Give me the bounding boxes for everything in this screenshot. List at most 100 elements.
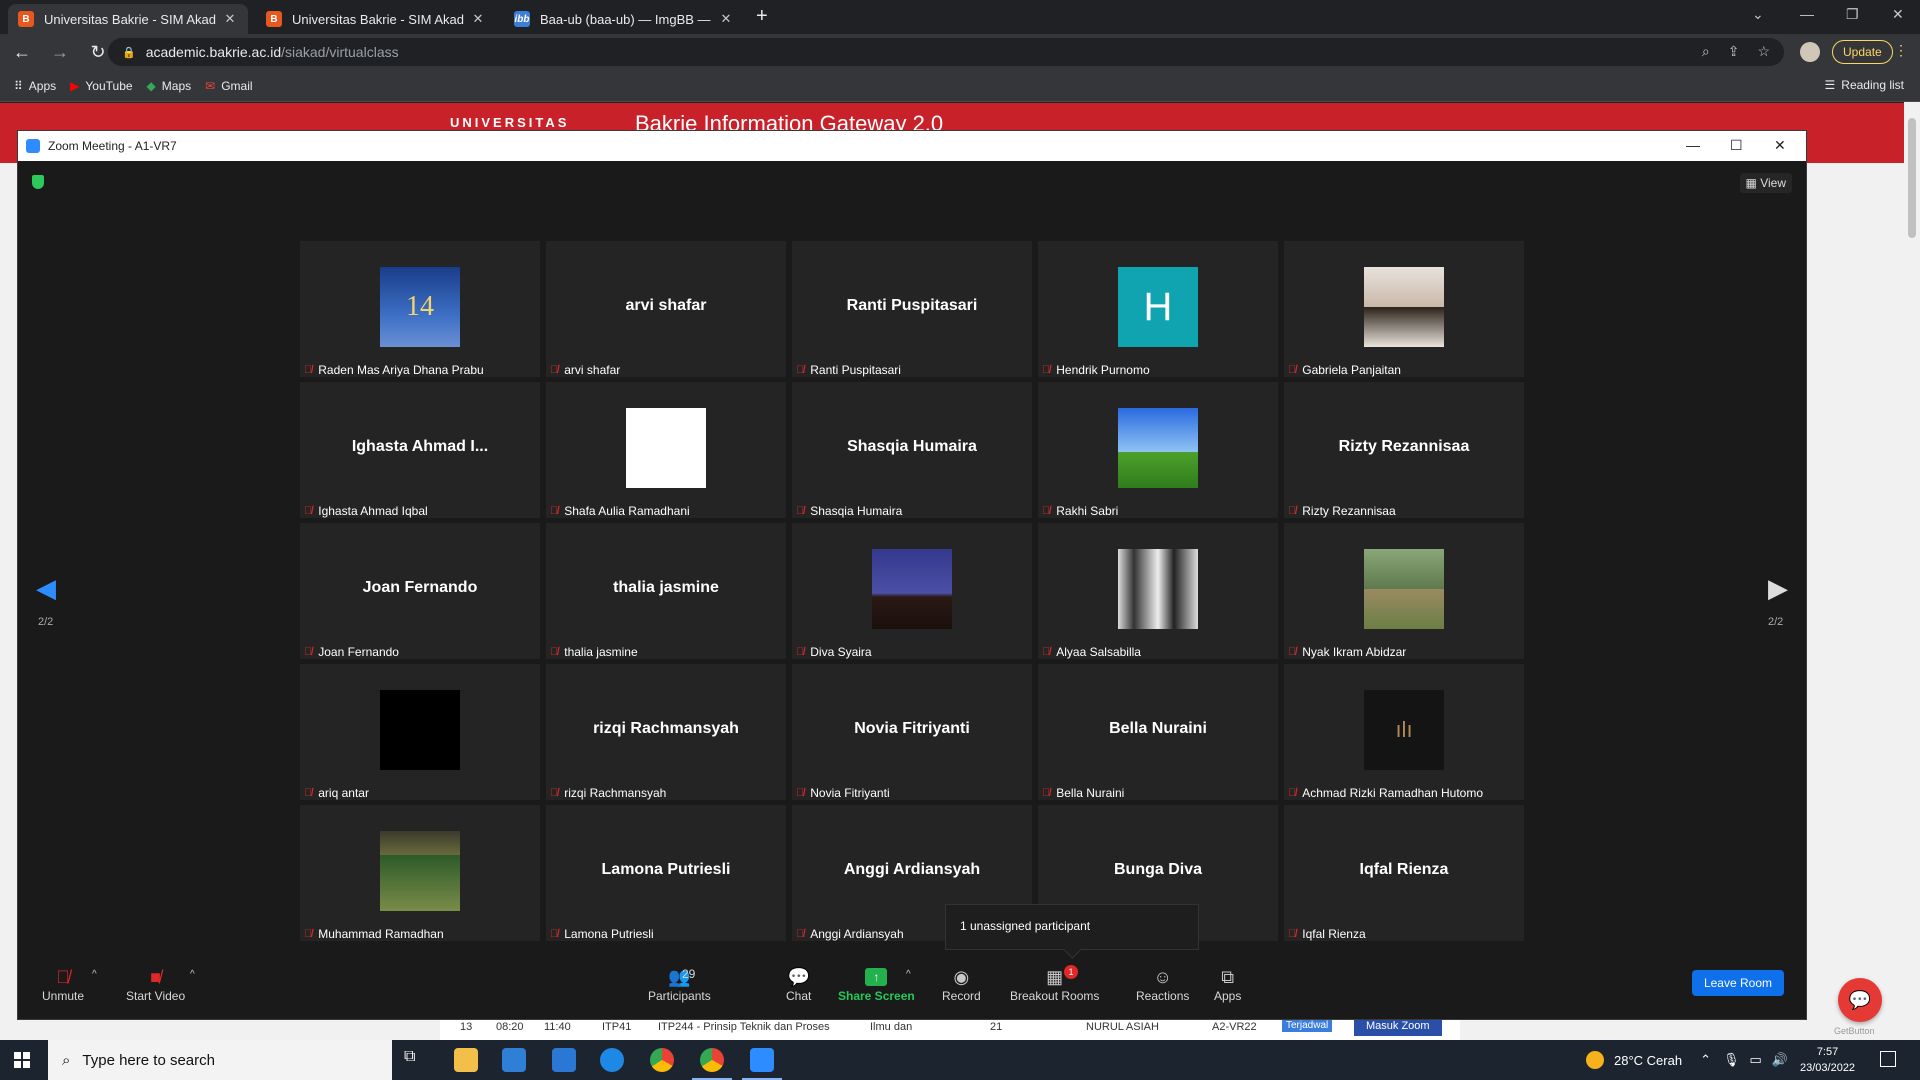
participants-button[interactable]: 👥 29 Participants — [648, 965, 711, 1004]
tab-close-icon[interactable]: ✕ — [470, 11, 486, 27]
view-button[interactable]: ▦ View — [1739, 173, 1792, 193]
zoom-app-icon[interactable] — [742, 1048, 782, 1080]
next-page-arrow-icon[interactable]: ▶ — [1768, 573, 1788, 604]
microsoft-store-icon[interactable] — [502, 1048, 526, 1072]
audio-options-caret-icon[interactable]: ^ — [92, 969, 97, 980]
participant-tile[interactable]: 🎙̸ Shafa Aulia Ramadhani — [546, 382, 786, 518]
share-icon[interactable]: ⇪ — [1728, 43, 1740, 60]
task-view-icon[interactable]: ⧉ — [404, 1048, 428, 1072]
participant-tile[interactable]: 🎙̸ Rakhi Sabri — [1038, 382, 1278, 518]
participant-caption: 🎙̸ Shafa Aulia Ramadhani — [550, 504, 690, 518]
participant-tile[interactable]: 🎙̸ Alyaa Salsabilla — [1038, 523, 1278, 659]
tab-close-icon[interactable]: ✕ — [222, 11, 238, 27]
update-button[interactable]: Update — [1832, 40, 1893, 64]
tab-search-icon[interactable]: ⌄ — [1752, 6, 1764, 23]
leave-room-button[interactable]: Leave Room — [1691, 970, 1784, 996]
participant-tile[interactable]: 🎙̸ ariq antar — [300, 664, 540, 800]
notifications-icon[interactable] — [1880, 1051, 1896, 1067]
participant-tile[interactable]: 14 🎙̸ Raden Mas Ariya Dhana Prabu — [300, 241, 540, 377]
mic-muted-icon: 🎙̸ — [550, 364, 559, 376]
zoom-close-icon[interactable]: ✕ — [1774, 137, 1786, 154]
participant-tile[interactable]: Rizty Rezannisaa 🎙̸ Rizty Rezannisaa — [1284, 382, 1524, 518]
participant-tile[interactable]: Ighasta Ahmad I... 🎙̸ Ighasta Ahmad Iqbal — [300, 382, 540, 518]
share-screen-button[interactable]: ↑ Share Screen — [838, 965, 915, 1003]
volume-icon[interactable]: 🔊 — [1772, 1052, 1788, 1068]
zoom-lens-icon[interactable]: ⌕ — [1702, 43, 1710, 60]
chrome-active-icon[interactable] — [692, 1048, 732, 1080]
video-options-caret-icon[interactable]: ^ — [190, 969, 195, 980]
browser-tab-2[interactable]: B Universitas Bakrie - SIM Akademik ✕ — [256, 4, 496, 34]
mic-muted-icon: 🎙̸ — [304, 364, 313, 376]
microphone-icon[interactable]: 🎙 — [1723, 1052, 1740, 1068]
participant-tile[interactable]: Ranti Puspitasari 🎙̸ Ranti Puspitasari — [792, 241, 1032, 377]
participant-tile[interactable]: Iqfal Rienza 🎙̸ Iqfal Rienza — [1284, 805, 1524, 941]
taskbar-clock[interactable]: 7:57 23/03/2022 — [1800, 1044, 1855, 1076]
chat-button[interactable]: 💬 Chat — [786, 965, 811, 1004]
network-icon[interactable]: ▭ — [1750, 1052, 1762, 1068]
start-video-button[interactable]: ■̸ Start Video — [126, 965, 185, 1004]
participant-avatar — [380, 690, 460, 770]
tray-chevron-icon[interactable]: ⌃ — [1700, 1052, 1711, 1068]
bookmark-youtube[interactable]: ▶ YouTube — [70, 79, 132, 93]
participant-tile[interactable]: Novia Fitriyanti 🎙̸ Novia Fitriyanti — [792, 664, 1032, 800]
participant-tile[interactable]: thalia jasmine 🎙̸ thalia jasmine — [546, 523, 786, 659]
browser-tab-1[interactable]: B Universitas Bakrie - SIM Akademik ✕ — [8, 4, 248, 34]
profile-avatar[interactable] — [1800, 42, 1820, 62]
participant-tile[interactable]: rizqi Rachmansyah 🎙̸ rizqi Rachmansyah — [546, 664, 786, 800]
participant-tile[interactable]: 🎙̸ Gabriela Panjaitan — [1284, 241, 1524, 377]
cell-lecturer: NURUL ASIAH — [1086, 1021, 1159, 1033]
teamviewer-icon[interactable] — [600, 1048, 624, 1072]
chrome-icon[interactable] — [650, 1048, 674, 1072]
unmute-button[interactable]: 🎙̸ Unmute — [42, 965, 84, 1004]
record-button[interactable]: ◉ Record — [942, 965, 981, 1004]
participant-tile[interactable]: 🎙̸ Diva Syaira — [792, 523, 1032, 659]
participant-tile[interactable]: 🎙̸ Nyak Ikram Abidzar — [1284, 523, 1524, 659]
tab-title: Universitas Bakrie - SIM Akademik — [292, 11, 464, 27]
taskbar-search-input[interactable]: ⌕ Type here to search — [48, 1040, 392, 1080]
windows-start-icon[interactable] — [14, 1052, 30, 1068]
participant-tile[interactable]: Lamona Putriesli 🎙̸ Lamona Putriesli — [546, 805, 786, 941]
apps-button[interactable]: ⧉ Apps — [1214, 965, 1241, 1004]
participant-tile[interactable]: H 🎙̸ Hendrik Purnomo — [1038, 241, 1278, 377]
new-tab-icon[interactable]: + — [756, 5, 768, 28]
file-explorer-icon[interactable] — [454, 1048, 478, 1072]
bookmark-maps[interactable]: ◆ Maps — [147, 79, 192, 93]
participant-tile[interactable]: Shasqia Humaira 🎙̸ Shasqia Humaira — [792, 382, 1032, 518]
scrollbar-thumb[interactable] — [1908, 118, 1916, 238]
forward-arrow-icon[interactable]: → — [44, 42, 76, 63]
address-bar[interactable]: 🔒 academic.bakrie.ac.id /siakad/virtualc… — [108, 38, 1784, 66]
breakout-rooms-button[interactable]: ▦ 1 Breakout Rooms — [1010, 965, 1099, 1003]
back-arrow-icon[interactable]: ← — [6, 42, 38, 63]
participant-caption: 🎙̸ arvi shafar — [550, 363, 620, 377]
zoom-minimize-icon[interactable]: — — [1686, 137, 1700, 153]
close-window-icon[interactable]: ✕ — [1892, 6, 1904, 23]
encryption-shield-icon[interactable] — [32, 175, 44, 189]
share-options-caret-icon[interactable]: ^ — [906, 969, 911, 980]
browser-tab-3[interactable]: ibb Baa-ub (baa-ub) — ImgBB — Latest ✕ — [504, 4, 744, 34]
bookmark-apps[interactable]: ⠿ Apps — [14, 79, 56, 93]
participant-tile[interactable]: Joan Fernando 🎙̸ Joan Fernando — [300, 523, 540, 659]
weather-label[interactable]: 28°C Cerah — [1614, 1053, 1682, 1068]
participant-name: Nyak Ikram Abidzar — [1302, 645, 1407, 659]
minimize-icon[interactable]: — — [1800, 6, 1814, 22]
participant-avatar — [872, 549, 952, 629]
participant-tile[interactable]: arvi shafar 🎙̸ arvi shafar — [546, 241, 786, 377]
participant-name: arvi shafar — [564, 363, 621, 377]
participant-caption: 🎙̸ rizqi Rachmansyah — [550, 786, 666, 800]
chat-bubble-icon[interactable]: 💬 — [1838, 978, 1882, 1022]
reading-list-button[interactable]: ☰ Reading list — [1825, 78, 1904, 92]
bookmark-gmail[interactable]: ✉ Gmail — [205, 79, 252, 93]
bookmark-star-icon[interactable]: ☆ — [1757, 43, 1770, 60]
restore-icon[interactable]: ❐ — [1846, 6, 1859, 23]
menu-kebab-icon[interactable]: ⋮ — [1894, 42, 1908, 59]
tab-close-icon[interactable]: ✕ — [718, 11, 734, 27]
reactions-button[interactable]: ☺ Reactions — [1136, 965, 1189, 1004]
participant-tile[interactable]: 🎙̸ Muhammad Ramadhan — [300, 805, 540, 941]
mail-icon[interactable] — [552, 1048, 576, 1072]
participant-tile[interactable]: Bella Nuraini 🎙̸ Bella Nuraini — [1038, 664, 1278, 800]
participant-tile[interactable]: ılı 🎙̸ Achmad Rizki Ramadhan Hutomo — [1284, 664, 1524, 800]
record-icon: ◉ — [953, 966, 970, 987]
zoom-maximize-icon[interactable]: ☐ — [1730, 137, 1743, 154]
previous-page-arrow-icon[interactable]: ◀ — [36, 573, 56, 604]
page-scrollbar[interactable] — [1904, 102, 1920, 1042]
